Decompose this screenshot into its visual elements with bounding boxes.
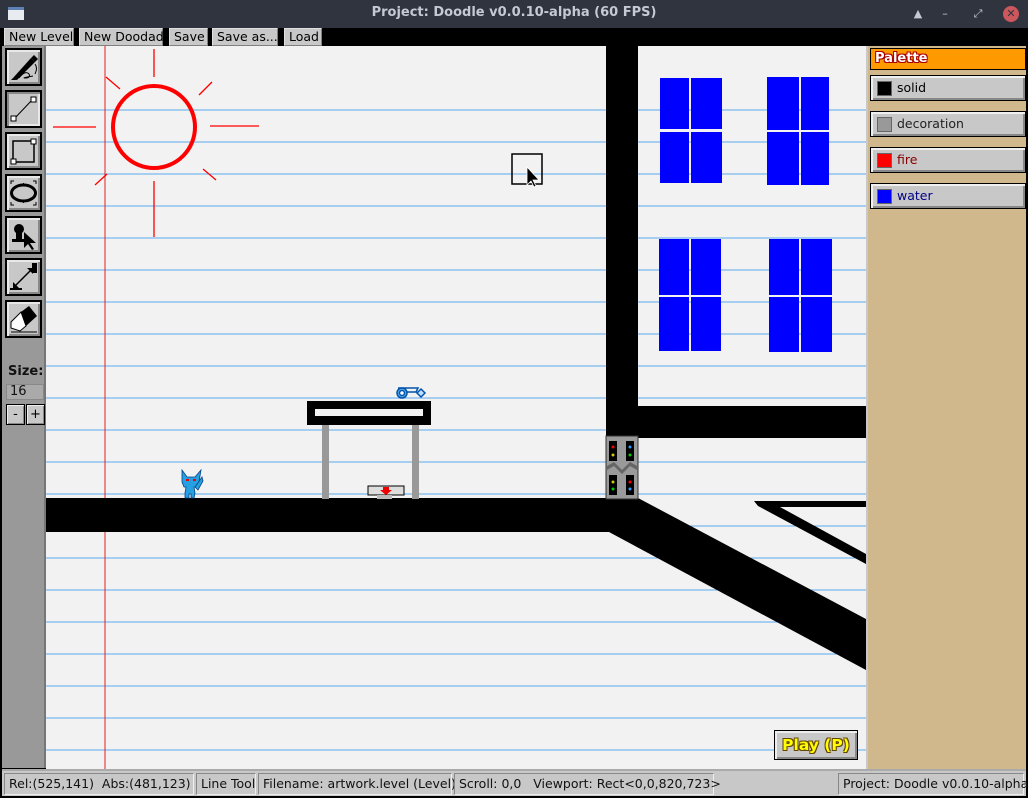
size-increase-button[interactable]: + [26, 404, 45, 425]
rectangle-icon [10, 138, 37, 165]
windows [659, 77, 832, 352]
locked-door-doodad [605, 435, 639, 500]
actor-tool-button[interactable] [5, 216, 42, 254]
load-button[interactable]: Load [284, 28, 322, 46]
actor-select-icon [12, 224, 36, 250]
trapdoor-button-doodad [367, 485, 405, 499]
swatch-color [877, 81, 892, 96]
pencil-icon [11, 55, 38, 80]
rel-coords: Rel:(525,141) [9, 776, 94, 791]
maximize-button[interactable]: ⤢ [970, 6, 986, 22]
swatch-label: fire [897, 152, 918, 167]
new-level-button[interactable]: New Level [4, 28, 74, 46]
building-wall [606, 46, 638, 438]
line-icon [10, 96, 37, 122]
size-decrease-button[interactable]: - [6, 404, 25, 425]
size-label: Size: [8, 364, 44, 379]
tool-bar: Size: 16 - + [2, 46, 46, 768]
save-as-button[interactable]: Save as... [212, 28, 278, 46]
menu-bar: New Level New Doodad Save Save as... Loa… [0, 28, 1028, 46]
rect-tool-button[interactable] [5, 132, 42, 170]
eraser-tool-button[interactable] [5, 300, 42, 338]
minimize-button[interactable]: – [937, 6, 953, 22]
shade-button[interactable]: ▲ [910, 6, 926, 22]
filename-status: Filename: artwork.level (Level) [258, 773, 456, 795]
swatch-label: decoration [897, 116, 964, 131]
swatch-water[interactable]: water [870, 183, 1026, 209]
line-tool-button[interactable] [5, 90, 42, 128]
swatch-color [877, 153, 892, 168]
ground-ramp [606, 498, 866, 670]
close-button[interactable]: ✕ [1003, 6, 1019, 22]
abs-coords: Abs:(481,123) [101, 776, 191, 791]
swatch-solid[interactable]: solid [870, 75, 1026, 101]
swatch-color [877, 117, 892, 132]
scroll-status: Scroll: 0,0 [459, 776, 522, 791]
ellipse-icon [10, 180, 37, 206]
title-bar: Project: Doodle v0.0.10-alpha (60 FPS) ▲… [0, 0, 1028, 28]
level-canvas[interactable] [46, 46, 866, 769]
ellipse-tool-button[interactable] [5, 174, 42, 212]
window-title: Project: Doodle v0.0.10-alpha (60 FPS) [371, 5, 657, 20]
eraser-icon [10, 306, 37, 333]
swatch-decoration[interactable]: decoration [870, 111, 1026, 137]
blue-key-doodad [396, 387, 427, 399]
building-floor [638, 406, 866, 438]
status-bar: Rel:(525,141) Abs:(481,123) Line Tool Fi… [2, 769, 1028, 796]
brush-size-field[interactable]: 16 [6, 384, 44, 400]
canvas-drawing [46, 46, 866, 769]
viewport-status: Viewport: Rect<0,0,820,723> [533, 776, 721, 791]
palette-panel: Palette solid decoration fire water [866, 46, 1026, 769]
scroll-viewport-status: Scroll: 0,0 Viewport: Rect<0,0,820,723> [454, 773, 721, 795]
palette-title: Palette [870, 48, 1026, 70]
swatch-label: solid [897, 80, 927, 95]
save-button[interactable]: Save [169, 28, 208, 46]
new-doodad-button[interactable]: New Doodad [79, 28, 164, 46]
link-tool-button[interactable] [5, 258, 42, 296]
swatch-label: water [897, 188, 933, 203]
swatch-color [877, 189, 892, 204]
sun-drawing [53, 49, 259, 237]
doodle-window: Project: Doodle v0.0.10-alpha (60 FPS) ▲… [0, 0, 1028, 798]
current-tool: Line Tool [196, 773, 256, 795]
swatch-fire[interactable]: fire [870, 147, 1026, 173]
link-icon [10, 263, 37, 290]
project-status: Project: Doodle v0.0.10-alpha [838, 773, 1028, 795]
upper-ramp [754, 501, 866, 564]
table-drawing [307, 401, 431, 499]
pencil-tool-button[interactable] [5, 48, 42, 86]
ground-platform [46, 498, 609, 532]
cursor-coordinates: Rel:(525,141) Abs:(481,123) [4, 773, 194, 795]
play-button[interactable]: Play (P) [774, 730, 858, 760]
